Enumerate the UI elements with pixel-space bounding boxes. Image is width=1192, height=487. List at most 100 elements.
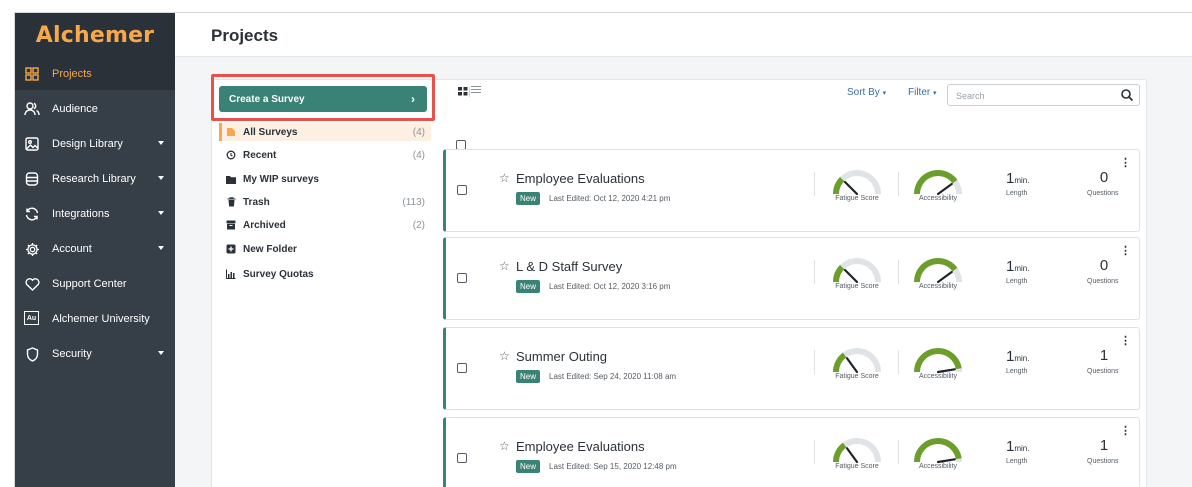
fatigue-score-label: Fatigue Score	[835, 373, 879, 380]
chevron-down-icon	[158, 246, 164, 250]
survey-card[interactable]: ☆ L & D Staff Survey New Last Edited: Oc…	[443, 237, 1140, 320]
new-badge: New	[516, 192, 541, 205]
sidebar-item-label: Design Library	[52, 138, 123, 150]
sidebar-item-account[interactable]: Account	[15, 233, 175, 265]
length-unit: min.	[1014, 264, 1030, 273]
star-icon[interactable]: ☆	[499, 259, 510, 273]
folder-label: Trash	[243, 196, 270, 208]
folder-item-new-folder[interactable]: New Folder	[221, 240, 431, 258]
au-badge-text: Au	[26, 314, 37, 322]
length-label: Length	[1006, 190, 1028, 197]
length-value: 1min.	[1006, 348, 1029, 365]
survey-title[interactable]: Employee Evaluations	[516, 439, 645, 454]
logo[interactable]: Alchemer	[36, 23, 155, 48]
sidebar: Alchemer Projects Audience Design Librar…	[15, 13, 175, 487]
sort-by-dropdown[interactable]: Sort By ▾	[847, 87, 886, 98]
sidebar-item-design-library[interactable]: Design Library	[15, 128, 175, 160]
folder-label: My WIP surveys	[243, 173, 319, 185]
grid-icon	[24, 66, 40, 82]
divider	[898, 172, 899, 196]
folder-item-recent[interactable]: Recent (4)	[221, 146, 431, 164]
survey-card[interactable]: ☆ Employee Evaluations New Last Edited: …	[443, 417, 1140, 487]
star-icon[interactable]: ☆	[499, 439, 510, 453]
length-value: 1min.	[1006, 438, 1029, 455]
survey-checkbox[interactable]	[457, 185, 467, 195]
survey-title[interactable]: L & D Staff Survey	[516, 259, 622, 274]
folder-item-survey-quotas[interactable]: Survey Quotas	[221, 265, 431, 283]
accessibility-label: Accessibility	[918, 195, 958, 202]
length-unit: min.	[1014, 354, 1030, 363]
shield-icon	[24, 346, 40, 362]
grid-view-icon[interactable]	[458, 87, 468, 99]
app-window: Alchemer Projects Audience Design Librar…	[14, 12, 1192, 487]
sidebar-item-research-library[interactable]: Research Library	[15, 163, 175, 195]
folder-icon	[226, 174, 236, 184]
last-edited: Last Edited: Oct 12, 2020 4:21 pm	[549, 194, 671, 203]
trash-icon	[226, 197, 236, 207]
list-view-icon[interactable]	[471, 85, 481, 97]
chevron-down-icon	[158, 176, 164, 180]
more-menu-icon[interactable]: ⋮	[1120, 244, 1131, 257]
folder-item-trash[interactable]: Trash (113)	[221, 193, 431, 211]
folder-label: Survey Quotas	[243, 268, 314, 280]
sidebar-item-alchemer-university[interactable]: Au Alchemer University	[15, 303, 175, 335]
folder-count: (4)	[412, 126, 425, 138]
image-icon	[24, 136, 40, 152]
clock-icon	[226, 150, 236, 160]
fatigue-score-label: Fatigue Score	[835, 463, 879, 470]
length-label: Length	[1006, 278, 1028, 285]
chevron-down-icon	[158, 141, 164, 145]
survey-checkbox[interactable]	[457, 273, 467, 283]
sidebar-item-audience[interactable]: Audience	[15, 93, 175, 125]
more-menu-icon[interactable]: ⋮	[1120, 424, 1131, 437]
sidebar-item-label: Support Center	[52, 278, 127, 290]
create-survey-button[interactable]: Create a Survey ›	[219, 86, 427, 112]
more-menu-icon[interactable]: ⋮	[1120, 156, 1131, 169]
sidebar-item-integrations[interactable]: Integrations	[15, 198, 175, 230]
more-menu-icon[interactable]: ⋮	[1120, 334, 1131, 347]
accessibility-label: Accessibility	[918, 463, 958, 470]
star-icon[interactable]: ☆	[499, 171, 510, 185]
search-icon[interactable]	[1120, 88, 1134, 102]
page-title: Projects	[211, 26, 279, 45]
survey-title[interactable]: Summer Outing	[516, 349, 607, 364]
sidebar-item-support-center[interactable]: Support Center	[15, 268, 175, 300]
folder-label: New Folder	[243, 243, 297, 255]
gear-icon	[24, 241, 40, 257]
survey-card[interactable]: ☆ Employee Evaluations New Last Edited: …	[443, 149, 1140, 232]
sidebar-item-label: Integrations	[52, 208, 110, 220]
au-badge-icon: Au	[24, 311, 39, 325]
new-badge: New	[516, 280, 541, 293]
folder-item-archived[interactable]: Archived (2)	[221, 216, 431, 234]
fatigue-score-label: Fatigue Score	[835, 195, 879, 202]
new-badge: New	[516, 460, 541, 473]
divider	[814, 350, 815, 374]
search-input[interactable]	[956, 89, 1106, 102]
filter-dropdown[interactable]: Filter ▾	[908, 87, 937, 98]
sidebar-item-label: Research Library	[52, 173, 136, 185]
divider	[814, 440, 815, 464]
star-icon[interactable]: ☆	[499, 349, 510, 363]
folder-item-my-wip-surveys[interactable]: My WIP surveys	[221, 170, 431, 188]
questions-count: 1	[1099, 347, 1109, 364]
length-label: Length	[1006, 458, 1028, 465]
sidebar-item-label: Security	[52, 348, 92, 360]
folder-count: (4)	[412, 149, 425, 161]
accessibility-label: Accessibility	[918, 373, 958, 380]
sidebar-item-security[interactable]: Security	[15, 338, 175, 370]
folder-item-all-surveys[interactable]: All Surveys (4)	[219, 123, 431, 141]
survey-checkbox[interactable]	[457, 363, 467, 373]
accessibility-gauge	[914, 438, 962, 464]
fatigue-score-label: Fatigue Score	[835, 283, 879, 290]
bar-chart-icon	[226, 269, 236, 279]
folder-orange-icon	[226, 127, 236, 137]
sidebar-item-label: Account	[52, 243, 92, 255]
length-value: 1min.	[1006, 170, 1029, 187]
folder-count: (2)	[412, 219, 425, 231]
view-divider	[469, 87, 470, 97]
survey-title[interactable]: Employee Evaluations	[516, 171, 645, 186]
survey-checkbox[interactable]	[457, 453, 467, 463]
survey-card[interactable]: ☆ Summer Outing New Last Edited: Sep 24,…	[443, 327, 1140, 410]
plus-square-icon	[226, 244, 236, 254]
sidebar-item-projects[interactable]: Projects	[15, 58, 175, 90]
